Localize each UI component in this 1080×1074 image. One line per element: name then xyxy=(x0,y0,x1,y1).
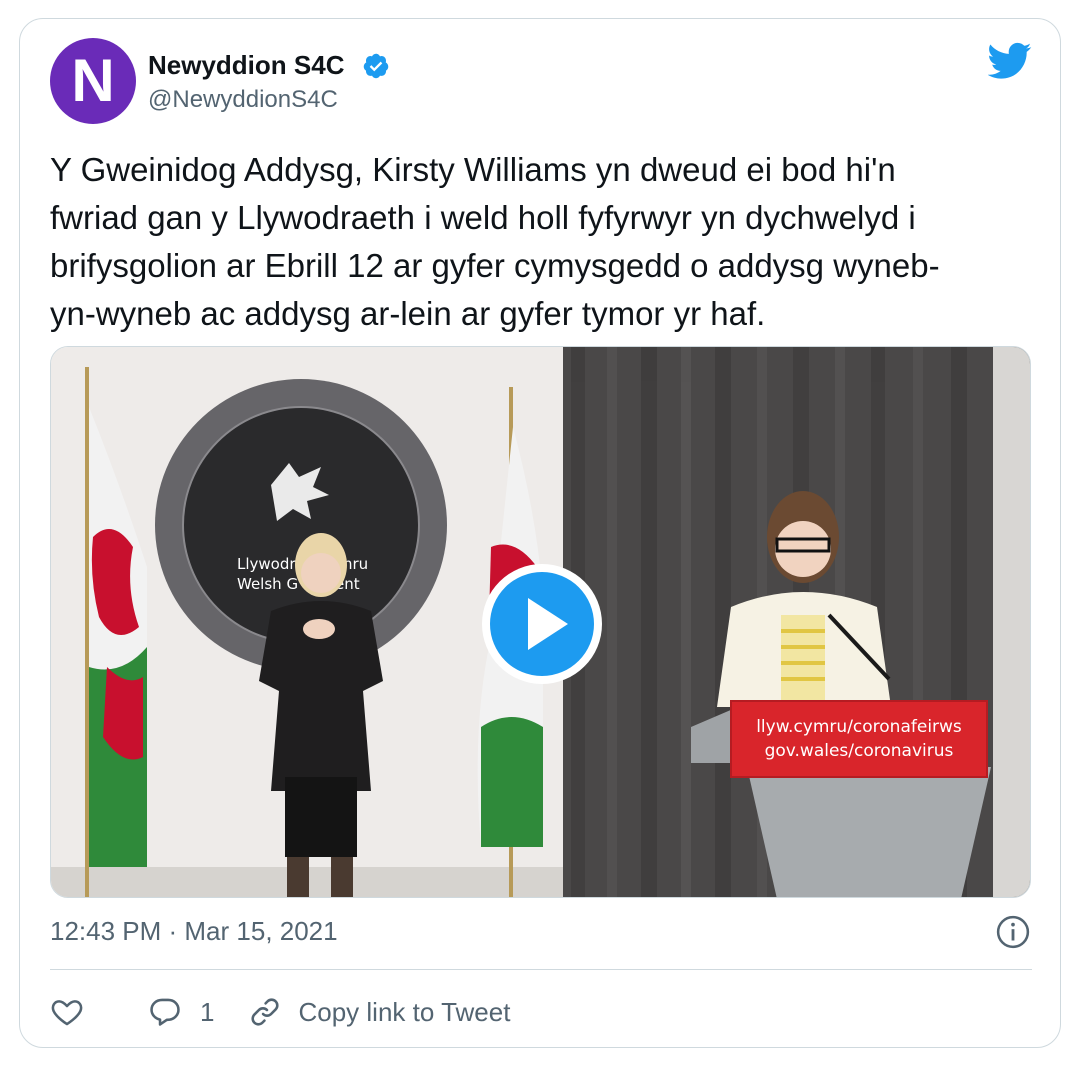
verified-badge-icon xyxy=(363,53,389,79)
reply-button[interactable]: 1 xyxy=(148,995,214,1029)
twitter-bird-icon[interactable] xyxy=(988,42,1032,80)
emblem-text-1: Llywodr xyxy=(237,555,296,573)
heart-icon xyxy=(51,1000,83,1026)
divider xyxy=(50,969,1032,970)
like-button[interactable] xyxy=(50,995,84,1029)
copy-link-button[interactable]: Copy link to Tweet xyxy=(248,995,510,1029)
reply-count: 1 xyxy=(200,996,215,1027)
reply-bubble-icon xyxy=(150,998,180,1026)
video-player[interactable]: Llywodr ymru Welsh G ent llyw.cymru/coro… xyxy=(50,346,1031,898)
copy-link-label: Copy link to Tweet xyxy=(298,996,511,1027)
tweet-timestamp[interactable]: 12:43 PM · Mar 15, 2021 xyxy=(50,916,338,947)
avatar-letter: N xyxy=(71,47,115,114)
tweet-text: Y Gweinidog Addysg, Kirsty Williams yn d… xyxy=(50,151,940,332)
podium-text-1: llyw.cymru/coronafeirws xyxy=(756,717,962,737)
author-display-name[interactable]: Newyddion S4C xyxy=(148,50,344,81)
emblem-text-2: Welsh G xyxy=(237,575,298,593)
podium-text-2: gov.wales/coronavirus xyxy=(765,741,954,761)
link-icon xyxy=(251,998,279,1026)
info-icon[interactable] xyxy=(996,915,1030,949)
author-handle[interactable]: @NewyddionS4C xyxy=(148,86,338,114)
avatar[interactable]: N xyxy=(50,38,136,124)
play-icon[interactable] xyxy=(480,562,604,686)
tweet-actions: 1 Copy link to Tweet xyxy=(50,990,510,1034)
